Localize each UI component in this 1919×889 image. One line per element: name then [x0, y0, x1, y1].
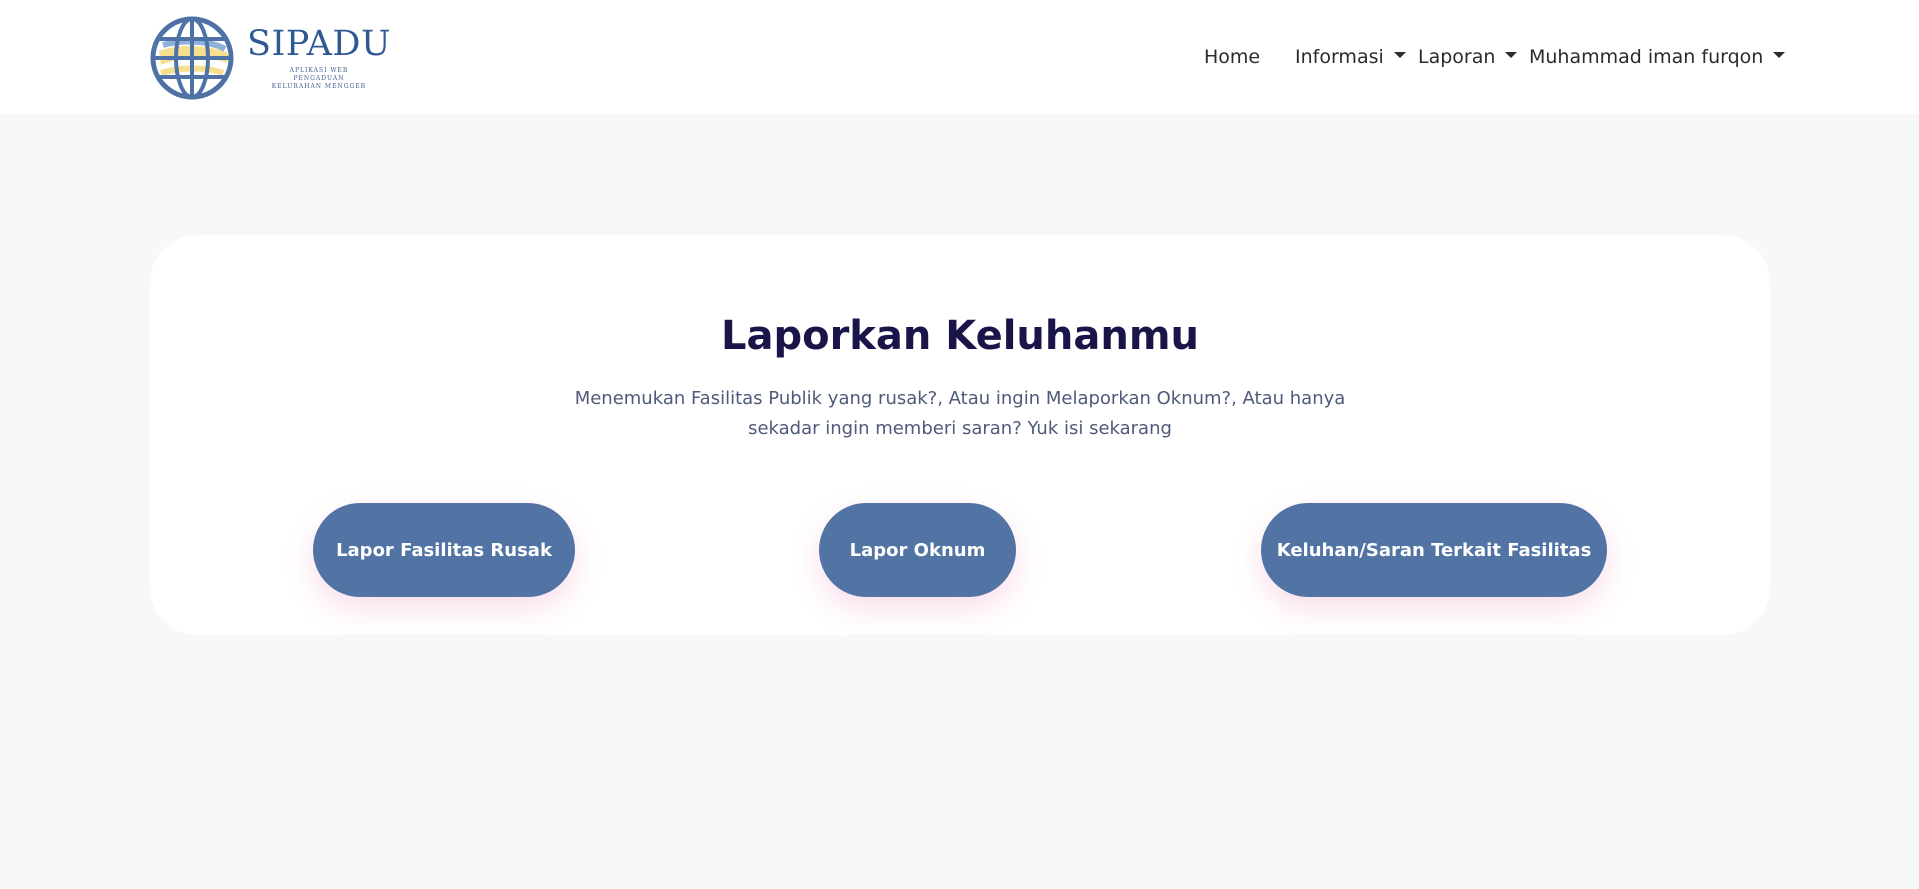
subtitle-line1: Menemukan Fasilitas Publik yang rusak?, … [574, 388, 1346, 409]
nav-user-dropdown[interactable]: Muhammad iman furqon [1529, 45, 1786, 69]
nav-home-label: Home [1204, 46, 1261, 68]
nav-informasi-dropdown[interactable]: Informasi [1295, 45, 1406, 69]
main-nav: Home Informasi Laporan Muhammad iman fur… [0, 45, 1919, 69]
page-subtitle: Menemukan Fasilitas Publik yang rusak?, … [150, 384, 1770, 444]
brand-tagline: APLIKASI WEB PENGADUAN KELURAHAN MENGGER [257, 67, 381, 91]
nav-laporan-label: Laporan [1418, 46, 1496, 68]
nav-laporan-dropdown[interactable]: Laporan [1418, 45, 1518, 69]
caret-down-icon [1393, 52, 1406, 58]
brand-tagline-line2: PENGADUAN [293, 75, 345, 82]
nav-home[interactable]: Home [1204, 45, 1260, 69]
brand-tagline-line3: KELURAHAN MENGGER [271, 83, 367, 90]
nav-informasi-label: Informasi [1295, 46, 1384, 68]
navbar: SIPADU APLIKASI WEB PENGADUAN KELURAHAN … [0, 0, 1919, 114]
lapor-fasilitas-rusak-button[interactable]: Lapor Fasilitas Rusak [313, 503, 575, 597]
subtitle-line2: sekadar ingin memberi saran? Yuk isi sek… [748, 418, 1172, 439]
caret-down-icon [1773, 52, 1786, 58]
report-card: Laporkan Keluhanmu Menemukan Fasilitas P… [150, 235, 1770, 635]
page-title: Laporkan Keluhanmu [720, 313, 1200, 359]
nav-user-label: Muhammad iman furqon [1529, 46, 1764, 68]
caret-down-icon [1505, 52, 1518, 58]
lapor-oknum-button[interactable]: Lapor Oknum [819, 503, 1016, 597]
keluhan-saran-button[interactable]: Keluhan/Saran Terkait Fasilitas [1261, 503, 1607, 597]
